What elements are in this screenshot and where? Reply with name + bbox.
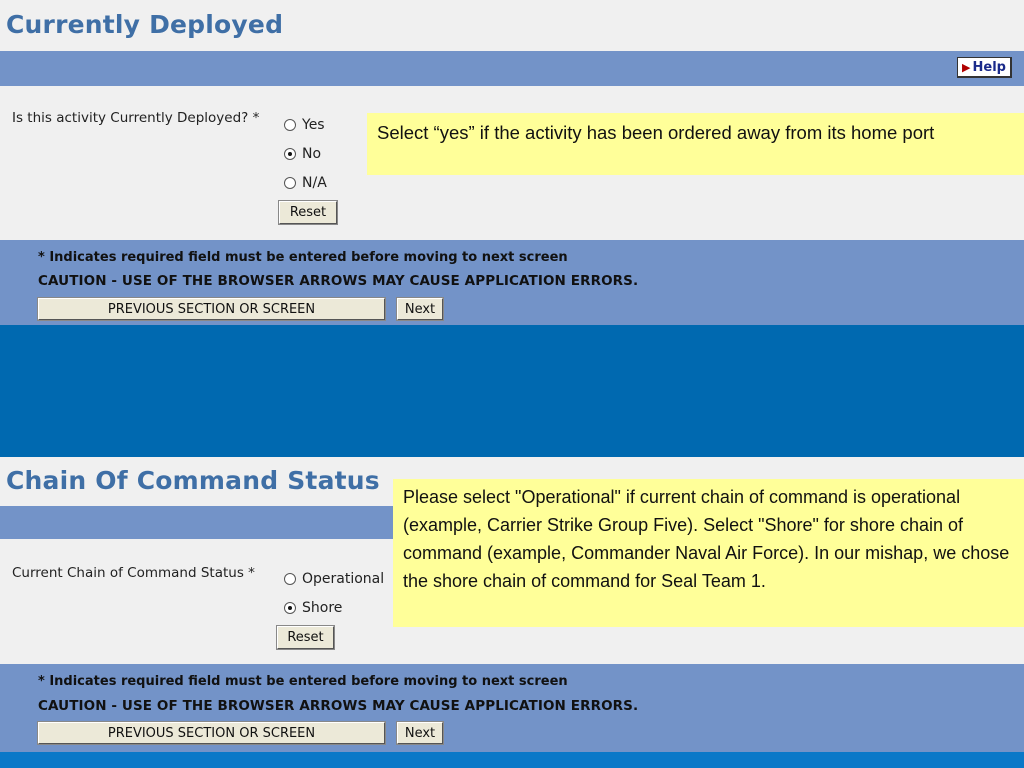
caution-text: CAUTION - USE OF THE BROWSER ARROWS MAY … (38, 698, 639, 714)
help-label: Help (972, 59, 1006, 75)
top-bar: ▶ Help (0, 51, 1024, 86)
play-arrow-icon: ▶ (962, 60, 971, 74)
radio-label: Operational (302, 571, 385, 587)
page-title: Chain Of Command Status (6, 466, 380, 495)
next-button[interactable]: Next (396, 721, 444, 745)
radio-label: Yes (302, 117, 325, 133)
bottom-bar: * Indicates required field must be enter… (0, 664, 1024, 752)
radio-label: No (302, 146, 322, 162)
callout-note: Select “yes” if the activity has been or… (367, 113, 1024, 175)
reset-button[interactable]: Reset (278, 200, 338, 225)
previous-button[interactable]: PREVIOUS SECTION OR SCREEN (37, 297, 386, 321)
radio-option-yes[interactable]: Yes (284, 117, 325, 133)
required-note: * Indicates required field must be enter… (38, 250, 568, 265)
callout-note: Please select "Operational" if current c… (393, 479, 1024, 627)
radio-label: Shore (302, 600, 343, 616)
bottom-bar: * Indicates required field must be enter… (0, 240, 1024, 325)
question-label: Is this activity Currently Deployed? * (12, 110, 260, 126)
question-label: Current Chain of Command Status * (12, 565, 255, 581)
help-button[interactable]: ▶ Help (957, 57, 1012, 78)
next-button[interactable]: Next (396, 297, 444, 321)
slide-footer-band (0, 752, 1024, 768)
radio-option-na[interactable]: N/A (284, 175, 327, 191)
previous-button[interactable]: PREVIOUS SECTION OR SCREEN (37, 721, 386, 745)
radio-option-no[interactable]: No (284, 146, 321, 162)
reset-button[interactable]: Reset (276, 625, 335, 650)
radio-checked-icon (284, 148, 296, 160)
radio-icon (284, 573, 296, 585)
radio-option-operational[interactable]: Operational (284, 571, 384, 587)
required-note: * Indicates required field must be enter… (38, 674, 568, 689)
radio-icon (284, 177, 296, 189)
page-title: Currently Deployed (6, 10, 284, 39)
radio-option-shore[interactable]: Shore (284, 600, 342, 616)
radio-checked-icon (284, 602, 296, 614)
radio-label: N/A (302, 175, 327, 191)
radio-icon (284, 119, 296, 131)
caution-text: CAUTION - USE OF THE BROWSER ARROWS MAY … (38, 273, 639, 289)
